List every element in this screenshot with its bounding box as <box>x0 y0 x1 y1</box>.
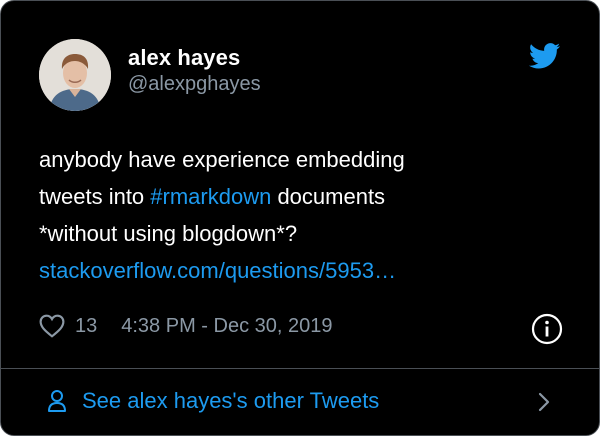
like-count[interactable]: 13 <box>75 315 97 338</box>
tweet-url-link[interactable]: stackoverflow.com/questions/5953… <box>39 252 569 289</box>
author-name[interactable]: alex hayes <box>128 45 240 71</box>
tweet-line-1: anybody have experience embedding <box>39 147 405 172</box>
chevron-right-icon[interactable] <box>537 391 551 413</box>
author-handle[interactable]: @alexpghayes <box>128 73 261 96</box>
tweet-line-2-prefix: tweets into <box>39 184 151 209</box>
tweet-timestamp[interactable]: 4:38 PM - Dec 30, 2019 <box>121 315 332 338</box>
twitter-bird-icon[interactable] <box>529 43 561 69</box>
person-icon <box>48 390 66 412</box>
avatar[interactable] <box>39 39 111 111</box>
other-tweets-label[interactable]: See alex hayes's other Tweets <box>82 388 379 414</box>
tweet-meta: 13 4:38 PM - Dec 30, 2019 <box>39 312 332 340</box>
tweet-card: alex hayes @alexpghayes anybody have exp… <box>0 0 600 436</box>
hashtag-link[interactable]: #rmarkdown <box>150 184 271 209</box>
tweet-line-3: *without using blogdown*? <box>39 221 298 246</box>
heart-icon[interactable] <box>39 314 65 338</box>
avatar-image <box>39 39 111 111</box>
tweet-line-2-suffix: documents <box>271 184 386 209</box>
tweet-text: anybody have experience embedding tweets… <box>39 141 569 289</box>
info-icon[interactable] <box>531 313 563 345</box>
tweet-line-2: tweets into #rmarkdown documents <box>39 178 569 215</box>
